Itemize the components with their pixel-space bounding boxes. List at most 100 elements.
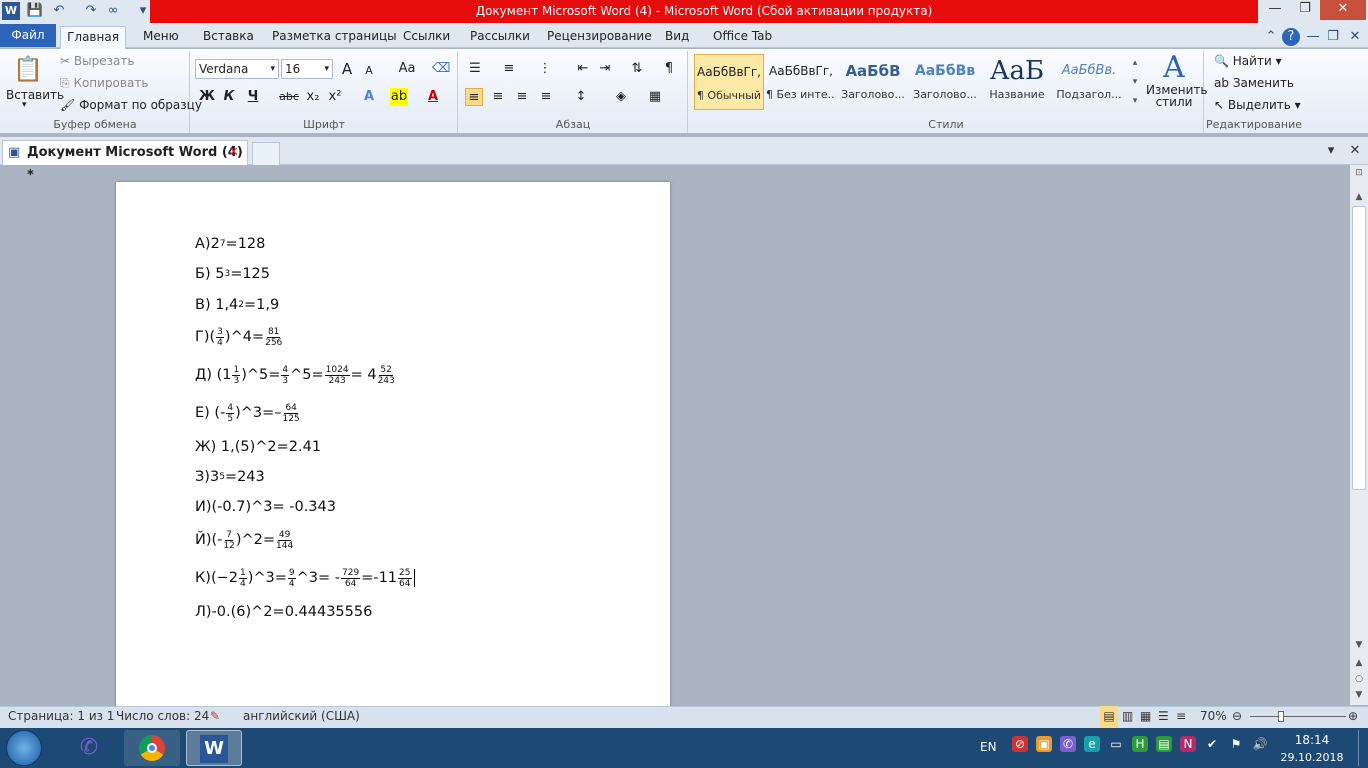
doc-minimize-icon[interactable]: — — [1304, 28, 1322, 46]
tab-review[interactable]: Рецензирование — [547, 24, 652, 48]
redo-icon[interactable]: ↷ — [82, 2, 100, 20]
change-case-button[interactable]: Aa — [394, 60, 420, 78]
align-center-icon[interactable]: ≡ — [489, 88, 507, 106]
ruler-toggle-icon[interactable]: ⊡ — [1351, 168, 1367, 182]
paste-dropdown-icon[interactable]: ▾ — [22, 100, 27, 110]
spellcheck-icon[interactable]: ✎ — [210, 706, 220, 728]
minimize-button[interactable]: — — [1260, 0, 1290, 20]
chrome-taskbar-button[interactable] — [124, 730, 180, 766]
prev-page-icon[interactable]: ▲ — [1351, 658, 1367, 670]
tab-home[interactable]: Главная — [60, 26, 126, 49]
doc-line-g[interactable]: Г)( 34 )^4= 81 256 — [195, 325, 283, 349]
doc-close-icon[interactable]: ✕ — [1346, 28, 1364, 46]
cut-button[interactable]: ✂ Вырезать — [60, 54, 134, 68]
paste-label[interactable]: Вставить — [6, 88, 64, 102]
superscript-button[interactable]: x² — [326, 88, 344, 106]
scroll-down-arrow[interactable]: ▼ — [1351, 640, 1367, 652]
word-app-icon[interactable]: W — [2, 2, 20, 20]
zoom-in-icon[interactable]: ⊕ — [1348, 706, 1358, 728]
style-no-spacing[interactable]: АаБбВвГг, ¶ Без инте... — [766, 54, 836, 110]
draft-icon[interactable]: ≡ — [1176, 706, 1186, 728]
doc-line-z[interactable]: З)3 5 =243 — [195, 465, 265, 489]
clock-time[interactable]: 18:14 — [1282, 733, 1342, 747]
doc-line-i[interactable]: И)(-0.7)^3= -0.343 — [195, 495, 336, 519]
decrease-indent-icon[interactable]: ⇤ — [574, 60, 592, 78]
text-effects-icon[interactable]: A — [360, 88, 378, 106]
sort-icon[interactable]: ⇅ — [628, 60, 646, 78]
doc-restore-icon[interactable]: ❐ — [1324, 28, 1342, 46]
line-spacing-icon[interactable]: ↕ — [572, 88, 590, 106]
change-styles-button[interactable]: A Изменить стили — [1146, 52, 1208, 109]
close-window-button[interactable]: ✕ — [1320, 0, 1366, 20]
clock-date[interactable]: 29.10.2018 — [1276, 751, 1348, 764]
multilevel-list-icon[interactable]: ⋮ — [536, 60, 554, 78]
antivirus-tray-icon[interactable]: ⊘ — [1012, 736, 1028, 752]
outline-icon[interactable]: ☰ — [1158, 706, 1169, 728]
page-count[interactable]: Страница: 1 из 1 — [8, 706, 114, 728]
notes-tray-icon[interactable]: ▤ — [1156, 736, 1172, 752]
numbering-icon[interactable]: ≡ — [500, 60, 518, 78]
zoom-slider-track[interactable] — [1250, 716, 1346, 717]
full-screen-reading-icon[interactable]: ▥ — [1122, 706, 1133, 728]
tab-mailings[interactable]: Рассылки — [470, 24, 530, 48]
web-layout-icon[interactable]: ▦ — [1140, 706, 1151, 728]
tab-list-icon[interactable]: ▾ — [1322, 142, 1340, 160]
start-button[interactable] — [6, 730, 42, 766]
save-icon[interactable]: 💾 — [26, 2, 44, 20]
document-tab[interactable]: ▣ Документ Microsoft Word (4) * ✕ — [2, 140, 248, 183]
grow-font-button[interactable]: A — [338, 60, 356, 78]
language-indicator[interactable]: английский (США) — [243, 706, 360, 728]
select-button[interactable]: ↖ Выделить ▾ — [1214, 98, 1301, 112]
font-size-combo[interactable]: 16 ▾ — [281, 59, 333, 79]
doc-line-v[interactable]: В) 1,4 2 =1,9 — [195, 293, 279, 317]
tab-office-tab[interactable]: Office Tab — [713, 24, 772, 48]
font-color-icon[interactable]: A — [424, 88, 442, 106]
bold-button[interactable]: Ж — [198, 88, 216, 106]
ftp-tray-icon[interactable]: ▣ — [1036, 736, 1052, 752]
bullets-icon[interactable]: ☰ — [466, 60, 484, 78]
underline-button[interactable]: Ч — [244, 88, 262, 106]
tab-references[interactable]: Ссылки — [403, 24, 450, 48]
strikethrough-button[interactable]: abc — [278, 88, 300, 106]
undo-icon[interactable]: ↶ — [50, 2, 68, 20]
print-layout-icon[interactable]: ▤ — [1100, 706, 1118, 728]
font-name-combo[interactable]: Verdana ▾ — [195, 59, 279, 79]
doc-line-k[interactable]: К)(−2 14 )^3= 94 ^3= - 729 64 =-11 25 64 — [195, 566, 415, 590]
minimize-ribbon-icon[interactable]: ⌃ — [1262, 28, 1280, 46]
volume-icon[interactable]: 🔊 — [1252, 736, 1268, 752]
shrink-font-button[interactable]: A — [360, 62, 378, 80]
style-heading-2[interactable]: АаБбВв Заголово... — [910, 54, 980, 110]
copy-button[interactable]: ⎘ Копировать — [60, 76, 148, 91]
green-h-tray-icon[interactable]: H — [1132, 736, 1148, 752]
show-desktop-button[interactable] — [1358, 730, 1366, 766]
tab-insert[interactable]: Вставка — [203, 24, 254, 48]
increase-indent-icon[interactable]: ⇥ — [596, 60, 614, 78]
italic-button[interactable]: К — [220, 88, 238, 106]
borders-icon[interactable]: ▦ — [646, 88, 664, 106]
style-heading-1[interactable]: АаБбВ Заголово... — [838, 54, 908, 110]
new-tab-button[interactable] — [252, 142, 280, 165]
repeat-icon[interactable]: ∞ — [104, 2, 122, 20]
tab-menu[interactable]: Меню — [143, 24, 179, 48]
word-taskbar-button[interactable]: W — [186, 730, 242, 766]
flag-icon[interactable]: ⚑ — [1228, 736, 1244, 752]
shield-tray-icon[interactable]: ✔ — [1204, 736, 1220, 752]
zoom-out-icon[interactable]: ⊖ — [1232, 706, 1242, 728]
zoom-slider-thumb[interactable] — [1278, 711, 1284, 722]
browse-object-icon[interactable]: ○ — [1351, 674, 1367, 686]
folder-tray-icon[interactable]: ▭ — [1108, 736, 1124, 752]
format-painter-button[interactable]: 🖌 Формат по образцу — [60, 98, 202, 112]
style-title[interactable]: АаБ Название — [982, 54, 1052, 110]
shading-icon[interactable]: ◈ — [612, 88, 630, 106]
find-button[interactable]: 🔍 Найти ▾ — [1214, 54, 1282, 68]
tab-page-layout[interactable]: Разметка страницы — [272, 24, 397, 48]
edge-tray-icon[interactable]: e — [1084, 736, 1100, 752]
tab-file[interactable]: Файл — [0, 24, 56, 47]
clear-formatting-icon[interactable]: ⌫ — [432, 60, 450, 78]
doc-line-e[interactable]: Е) (- 45 )^3=– 64 125 — [195, 401, 301, 425]
subscript-button[interactable]: x₂ — [304, 88, 322, 106]
word-count[interactable]: Число слов: 24 — [116, 706, 209, 728]
doc-line-zh[interactable]: Ж) 1,(5)^2=2.41 — [195, 435, 321, 459]
zoom-level[interactable]: 70% — [1200, 706, 1227, 728]
doc-line-l[interactable]: Л)-0.(6)^2=0.44435556 — [195, 600, 372, 624]
